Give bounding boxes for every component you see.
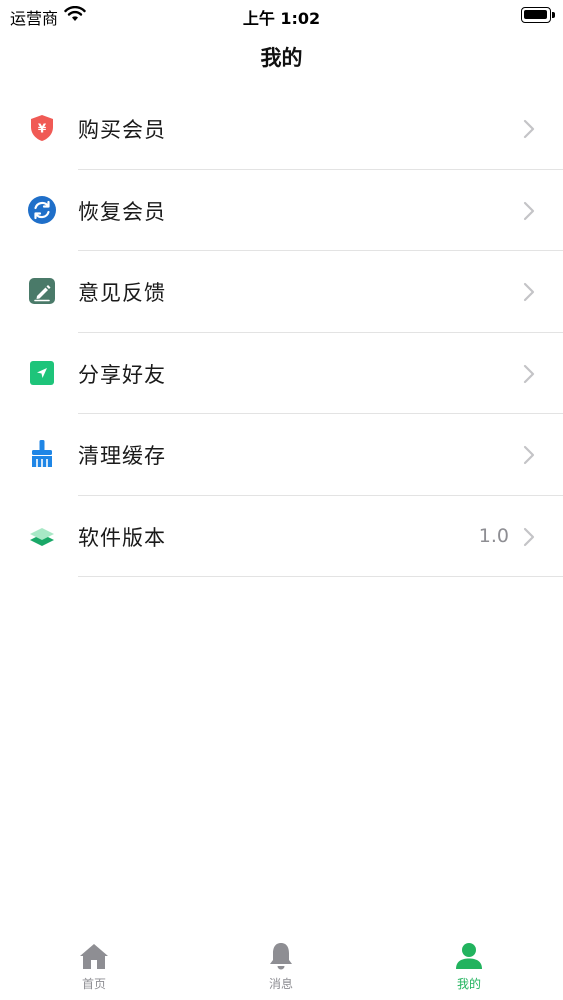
- chevron-right-icon: [523, 119, 535, 139]
- shield-yen-icon: ¥: [31, 115, 53, 141]
- divider: [78, 576, 563, 577]
- profile-screen: 运营商 上午 1:02 我的 ¥ 购买会员 恢复会员 意见反馈 分享好友 清理缓…: [0, 0, 563, 1000]
- home-icon: [80, 944, 108, 969]
- menu-item-share-friends[interactable]: 分享好友: [0, 333, 563, 414]
- tab-messages[interactable]: 消息: [221, 940, 341, 996]
- menu-item-label: 分享好友: [78, 362, 166, 387]
- menu-item-label: 清理缓存: [78, 444, 166, 468]
- menu-item-buy-membership[interactable]: ¥ 购买会员: [0, 88, 563, 170]
- tab-label: 我的: [456, 977, 481, 991]
- status-bar: 运营商 上午 1:02: [0, 0, 563, 30]
- clock: 上午 1:02: [242, 9, 321, 28]
- share-arrow-icon: [30, 360, 54, 385]
- chevron-right-icon: [523, 364, 535, 383]
- layers-icon: [30, 527, 54, 546]
- edit-pencil-icon: [29, 278, 55, 304]
- menu-list: ¥ 购买会员 恢复会员 意见反馈 分享好友 清理缓存 软件版本 1.0: [0, 88, 563, 577]
- bell-icon: [270, 943, 292, 970]
- tab-home[interactable]: 首页: [34, 940, 154, 996]
- refresh-icon: [28, 195, 56, 224]
- menu-item-label: 恢复会员: [78, 199, 166, 224]
- person-icon: [456, 943, 482, 969]
- tab-label: 首页: [81, 977, 106, 991]
- page-title: 我的: [260, 46, 303, 70]
- menu-item-label: 意见反馈: [78, 281, 166, 305]
- tab-bar: 首页 消息 我的: [0, 934, 563, 1000]
- menu-item-app-version[interactable]: 软件版本 1.0: [0, 496, 563, 577]
- broom-icon: [32, 440, 52, 467]
- menu-item-label: 购买会员: [78, 118, 166, 142]
- menu-item-label: 软件版本: [78, 525, 166, 550]
- version-value: 1.0: [478, 524, 509, 547]
- tab-label: 消息: [268, 977, 293, 991]
- chevron-right-icon: [523, 201, 535, 220]
- chevron-right-icon: [523, 527, 535, 546]
- menu-item-clear-cache[interactable]: 清理缓存: [0, 414, 563, 496]
- svg-text:¥: ¥: [38, 122, 47, 136]
- menu-item-restore-membership[interactable]: 恢复会员: [0, 170, 563, 251]
- battery-icon: [521, 7, 555, 23]
- menu-item-feedback[interactable]: 意见反馈: [0, 251, 563, 333]
- chevron-right-icon: [523, 282, 535, 302]
- chevron-right-icon: [523, 445, 535, 465]
- tab-profile[interactable]: 我的: [409, 940, 529, 996]
